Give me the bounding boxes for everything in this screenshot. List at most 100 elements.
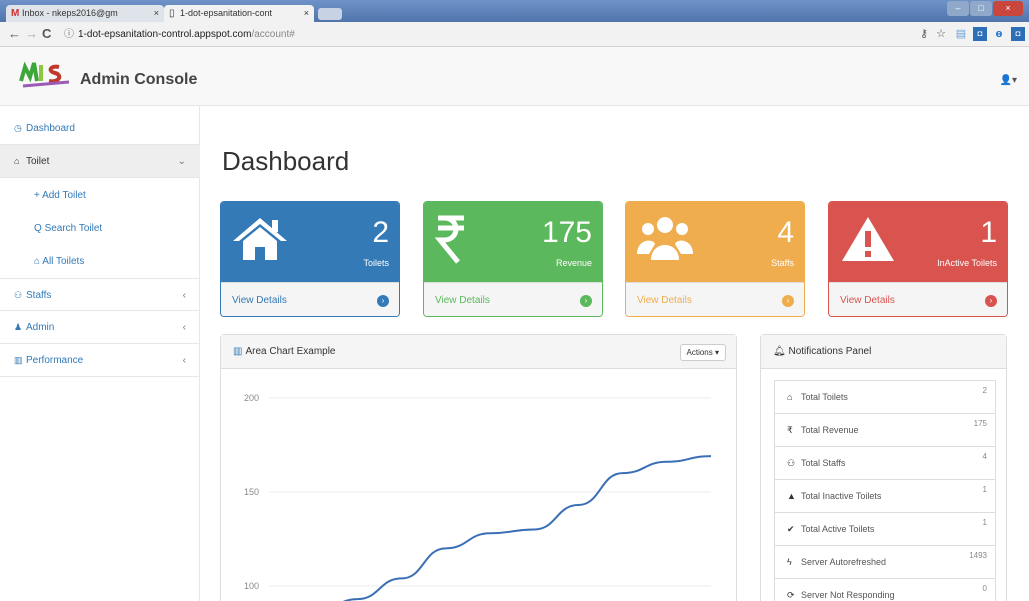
notification-label: Total Inactive Toilets — [801, 491, 882, 501]
chevron-left-icon: ‹ — [182, 322, 186, 333]
sidebar-item-dashboard[interactable]: ◷ Dashboard — [0, 112, 200, 145]
notification-item-server-not-responding[interactable]: ⟳ Server Not Responding 0 — [774, 578, 996, 601]
notification-label: Total Toilets — [801, 392, 848, 402]
view-details-link[interactable]: View Details › — [424, 282, 602, 316]
stat-value: 1 — [980, 216, 997, 249]
notification-item-total-toilets[interactable]: ⌂ Total Toilets 2 — [774, 380, 996, 414]
maximize-button[interactable]: □ — [970, 1, 992, 16]
close-window-button[interactable]: × — [993, 1, 1023, 16]
stat-label: Staffs — [771, 258, 794, 268]
home-icon: ⌂ — [14, 156, 20, 166]
user-icon: ♟ — [14, 322, 23, 332]
sidebar-subitem-add-toilet[interactable]: + Add Toilet — [0, 179, 200, 212]
users-icon: ⚇ — [14, 290, 23, 300]
notification-value: 1493 — [969, 551, 987, 560]
extension-square-icon[interactable]: ◘ — [973, 27, 987, 41]
view-details-label: View Details — [435, 295, 490, 306]
warning-icon: ▲ — [787, 491, 796, 501]
tab-active-page[interactable]: ▯ 1-dot-epsanitation-cont × — [164, 5, 314, 22]
gmail-icon: M — [11, 8, 20, 19]
view-details-label: View Details — [840, 295, 895, 306]
users-icon: ⚇ — [787, 458, 796, 468]
tab-close-icon[interactable]: × — [304, 8, 309, 18]
check-icon: ✔ — [787, 524, 795, 534]
stat-panel-head: 1 InActive Toilets — [829, 202, 1007, 282]
notification-item-server-autorefreshed[interactable]: ϟ Server Autorefreshed 1493 — [774, 545, 996, 579]
dashboard-icon: ◷ — [14, 123, 22, 133]
warning-icon — [842, 217, 894, 261]
key-icon[interactable]: ⚷ — [917, 27, 931, 41]
chart-panel-header: ▥ Area Chart Example Actions ▾ — [221, 335, 736, 369]
stat-label: Revenue — [555, 258, 592, 268]
new-tab-button[interactable] — [318, 8, 342, 20]
notifications-panel: 🔔︎ Notifications Panel ⌂ Total Toilets 2 … — [760, 334, 1007, 601]
rupee-icon — [434, 215, 464, 264]
notification-value: 1 — [982, 485, 987, 494]
home-icon: ⌂ — [787, 392, 793, 402]
back-button[interactable]: ← — [8, 27, 21, 41]
address-bar[interactable]: ⓘ 1-dot-epsanitation-control.appspot.com/… — [58, 25, 908, 44]
minimize-button[interactable]: – — [947, 1, 969, 16]
arrow-circle-right-icon: › — [377, 295, 389, 307]
view-details-link[interactable]: View Details › — [829, 282, 1007, 316]
sidebar-subitem-search-toilet[interactable]: Q Search Toilet — [0, 212, 200, 245]
page-title: Dashboard — [222, 146, 350, 176]
bar-chart-icon: ▥ — [233, 346, 243, 357]
notifications-list: ⌂ Total Toilets 2 ₹ Total Revenue 175 ⚇ Tot… — [774, 380, 996, 601]
notification-label: Server Autorefreshed — [801, 557, 887, 567]
tab-title: 1-dot-epsanitation-cont — [180, 8, 273, 18]
reload-button[interactable]: C — [42, 27, 51, 41]
home-icon — [233, 218, 287, 260]
bell-icon: 🔔︎ — [773, 346, 786, 357]
user-menu-icon[interactable]: 👤▾ — [1000, 75, 1017, 86]
stat-panel-head: 2 Toilets — [221, 202, 399, 282]
notification-item-total-inactive-toilets[interactable]: ▲ Total Inactive Toilets 1 — [774, 479, 996, 513]
stat-panel-head: 4 Staffs — [626, 202, 804, 282]
actions-dropdown-button[interactable]: Actions ▾ — [679, 344, 726, 361]
site-info-icon[interactable]: ⓘ — [64, 29, 74, 40]
sidebar-item-label: Dashboard — [26, 123, 75, 134]
stat-label: InActive Toilets — [937, 258, 997, 268]
sidebar-subitem-all-toilets[interactable]: ⌂ All Toilets — [0, 245, 200, 278]
window-controls: – □ × — [947, 1, 1023, 17]
sidebar-item-admin[interactable]: ♟ Admin ‹ — [0, 311, 200, 344]
chevron-down-icon: ⌄ — [177, 156, 186, 167]
notification-item-total-revenue[interactable]: ₹ Total Revenue 175 — [774, 413, 996, 447]
page-icon: ▯ — [169, 8, 175, 19]
sidebar-item-staffs[interactable]: ⚇ Staffs ‹ — [0, 278, 200, 311]
extension-page-icon[interactable]: ▤ — [954, 27, 968, 41]
notification-item-total-staffs[interactable]: ⚇ Total Staffs 4 — [774, 446, 996, 480]
plus-icon: + — [34, 190, 40, 201]
notification-value: 175 — [973, 419, 987, 428]
bolt-icon: ϟ — [787, 557, 792, 567]
chevron-left-icon: ‹ — [182, 355, 186, 366]
bookmark-star-icon[interactable]: ☆ — [934, 27, 948, 41]
arrow-circle-right-icon: › — [985, 295, 997, 307]
stat-label: Toilets — [363, 258, 389, 268]
app-navbar: Admin Console 👤▾ — [0, 47, 1029, 106]
stat-panel-head: 175 Revenue — [424, 202, 602, 282]
view-details-link[interactable]: View Details › — [221, 282, 399, 316]
rupee-icon: ₹ — [787, 425, 793, 435]
tab-title: Inbox - nkeps2016@gm — [22, 8, 118, 18]
tab-close-icon[interactable]: × — [154, 8, 159, 18]
area-chart: 200 150 100 — [244, 393, 712, 601]
series-line — [342, 455, 712, 601]
sidebar-item-label: Staffs — [26, 290, 52, 301]
app-brand-title[interactable]: Admin Console — [80, 71, 197, 89]
forward-button[interactable]: → — [25, 27, 38, 41]
notifications-panel-header: 🔔︎ Notifications Panel — [761, 335, 1006, 369]
view-details-link[interactable]: View Details › — [626, 282, 804, 316]
sidebar-item-toilet[interactable]: ⌂ Toilet ⌄ — [0, 145, 200, 178]
stat-panel-staffs: 4 Staffs View Details › — [625, 201, 805, 317]
refresh-icon: ⟳ — [787, 590, 795, 600]
stat-value: 175 — [541, 216, 592, 249]
extension-square-icon[interactable]: ◘ — [1011, 27, 1025, 41]
app-logo[interactable] — [19, 55, 73, 89]
chevron-left-icon: ‹ — [182, 290, 186, 301]
view-details-label: View Details — [232, 295, 287, 306]
sidebar-item-performance[interactable]: ▥ Performance ‹ — [0, 344, 200, 377]
extension-swirl-icon[interactable]: ɵ — [992, 27, 1006, 41]
tab-inbox[interactable]: M Inbox - nkeps2016@gm × — [6, 5, 164, 22]
notification-item-total-active-toilets[interactable]: ✔ Total Active Toilets 1 — [774, 512, 996, 546]
